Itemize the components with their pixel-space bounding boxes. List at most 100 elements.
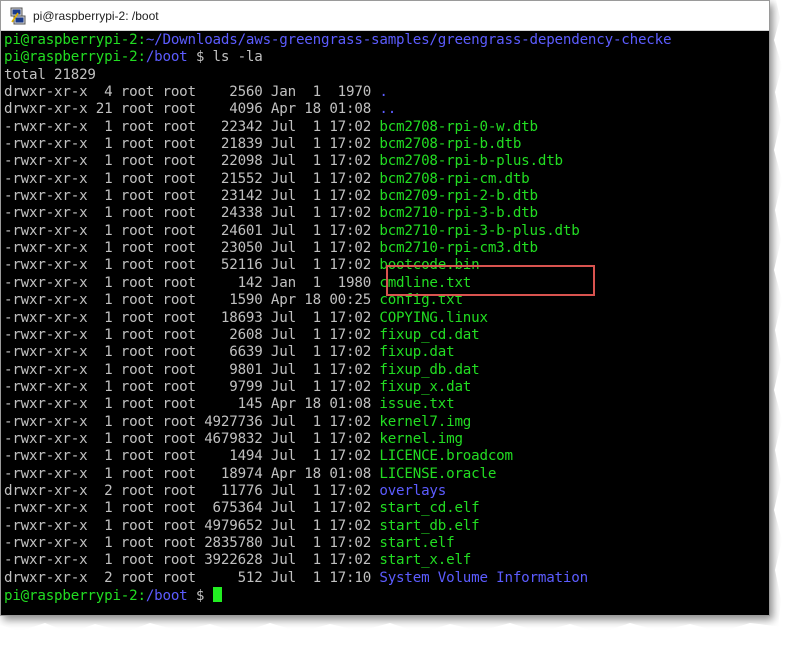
file-name: LICENSE.oracle [379,465,497,482]
file-meta: -rwxr-xr-x 1 root root 22342 Jul 1 17:02 [4,118,380,135]
file-name: start_x.elf [379,552,472,569]
window-title: pi@raspberrypi-2: /boot [33,8,159,23]
torn-edge-right [770,0,800,647]
terminal-line: -rwxr-xr-x 1 root root 4927736 Jul 1 17:… [4,414,769,431]
output-text: total 21829 [4,66,96,83]
prompt-user: pi@raspberrypi-2: [4,32,146,48]
file-meta: -rwxr-xr-x 1 root root 1494 Jul 1 17:02 [4,448,380,465]
terminal-window: pi@raspberrypi-2: /boot pi@raspberrypi-2… [0,0,770,616]
file-meta: drwxr-xr-x 2 root root 11776 Jul 1 17:02 [4,482,380,499]
terminal-line: -rwxr-xr-x 1 root root 21839 Jul 1 17:02… [4,136,769,153]
file-meta: -rwxr-xr-x 1 root root 3922628 Jul 1 17:… [4,552,380,569]
file-meta: -rwxr-xr-x 1 root root 145 Apr 18 01:08 [4,396,380,413]
file-meta: -rwxr-xr-x 1 root root 23050 Jul 1 17:02 [4,240,380,257]
file-meta: drwxr-xr-x 2 root root 512 Jul 1 17:10 [4,569,380,586]
file-name: fixup_db.dat [379,361,480,378]
file-name: LICENCE.broadcom [379,448,513,465]
file-meta: -rwxr-xr-x 1 root root 22098 Jul 1 17:02 [4,153,380,170]
terminal-line: -rwxr-xr-x 1 root root 4679832 Jul 1 17:… [4,431,769,448]
file-name: start.elf [379,534,455,551]
terminal-line: -rwxr-xr-x 1 root root 1590 Apr 18 00:25… [4,292,769,309]
directory-name: System Volume Information [379,569,588,586]
title-bar[interactable]: pi@raspberrypi-2: /boot [1,1,769,31]
file-meta: -rwxr-xr-x 1 root root 4927736 Jul 1 17:… [4,413,380,430]
cursor-block [212,587,222,602]
file-meta: -rwxr-xr-x 1 root root 18693 Jul 1 17:02 [4,309,380,326]
file-meta: -rwxr-xr-x 1 root root 9801 Jul 1 17:02 [4,361,380,378]
terminal-line: total 21829 [4,67,769,84]
file-name: bcm2710-rpi-3-b.dtb [379,205,538,222]
file-name: bcm2709-rpi-2-b.dtb [379,188,538,205]
terminal-line: drwxr-xr-x 21 root root 4096 Apr 18 01:0… [4,101,769,118]
file-meta: -rwxr-xr-x 1 root root 6639 Jul 1 17:02 [4,344,380,361]
file-name: bcm2710-rpi-3-b-plus.dtb [379,222,580,239]
prompt-user: pi@raspberrypi-2: [4,588,146,604]
file-meta: -rwxr-xr-x 1 root root 2608 Jul 1 17:02 [4,326,380,343]
file-name: bcm2708-rpi-b-plus.dtb [379,153,563,170]
file-meta: -rwxr-xr-x 1 root root 21552 Jul 1 17:02 [4,170,380,187]
file-meta: -rwxr-xr-x 1 root root 142 Jan 1 1980 [4,274,380,291]
prompt-user: pi@raspberrypi-2: [4,49,146,66]
file-name: bcm2708-rpi-cm.dtb [379,170,530,187]
terminal-line: -rwxr-xr-x 1 root root 23142 Jul 1 17:02… [4,188,769,205]
file-meta: -rwxr-xr-x 1 root root 24338 Jul 1 17:02 [4,205,380,222]
terminal-line: -rwxr-xr-x 1 root root 675364 Jul 1 17:0… [4,500,769,517]
prompt-path: /boot [145,49,188,66]
terminal-line: -rwxr-xr-x 1 root root 24601 Jul 1 17:02… [4,223,769,240]
file-name: kernel7.img [379,413,472,430]
file-name: cmdline.txt [379,274,472,291]
terminal-line: -rwxr-xr-x 1 root root 24338 Jul 1 17:02… [4,205,769,222]
file-meta: -rwxr-xr-x 1 root root 675364 Jul 1 17:0… [4,500,380,517]
file-name: fixup_cd.dat [379,326,480,343]
terminal-line: drwxr-xr-x 2 root root 11776 Jul 1 17:02… [4,483,769,500]
terminal-line: -rwxr-xr-x 1 root root 18693 Jul 1 17:02… [4,310,769,327]
prompt-path: ~/Downloads/aws-greengrass-samples/green… [145,32,672,48]
file-meta: -rwxr-xr-x 1 root root 23142 Jul 1 17:02 [4,188,380,205]
terminal-line: pi@raspberrypi-2:~/Downloads/aws-greengr… [4,32,769,49]
putty-icon [9,7,27,25]
terminal-line: drwxr-xr-x 2 root root 512 Jul 1 17:10 S… [4,570,769,587]
terminal-line: -rwxr-xr-x 1 root root 22098 Jul 1 17:02… [4,153,769,170]
file-name: fixup_x.dat [379,378,472,395]
file-name: kernel.img [379,430,463,447]
terminal-line: -rwxr-xr-x 1 root root 21552 Jul 1 17:02… [4,171,769,188]
prompt-path: /boot [145,588,188,604]
file-meta: -rwxr-xr-x 1 root root 4679832 Jul 1 17:… [4,430,380,447]
torn-edge-bottom [0,623,800,647]
file-name: bcm2708-rpi-0-w.dtb [379,118,538,135]
terminal-line: -rwxr-xr-x 1 root root 23050 Jul 1 17:02… [4,240,769,257]
terminal-line: -rwxr-xr-x 1 root root 2835780 Jul 1 17:… [4,535,769,552]
terminal-line: -rwxr-xr-x 1 root root 22342 Jul 1 17:02… [4,119,769,136]
command-text: $ ls -la [187,49,263,66]
file-meta: drwxr-xr-x 4 root root 2560 Jan 1 1970 [4,84,380,101]
terminal-line: -rwxr-xr-x 1 root root 145 Apr 18 01:08 … [4,396,769,413]
directory-name: .. [379,101,397,118]
file-name: bcm2710-rpi-cm3.dtb [379,240,538,257]
file-meta: -rwxr-xr-x 1 root root 24601 Jul 1 17:02 [4,222,380,239]
file-meta: -rwxr-xr-x 1 root root 52116 Jul 1 17:02 [4,257,380,274]
file-meta: -rwxr-xr-x 1 root root 21839 Jul 1 17:02 [4,136,380,153]
file-meta: -rwxr-xr-x 1 root root 2835780 Jul 1 17:… [4,534,380,551]
file-name: bcm2708-rpi-b.dtb [379,136,522,153]
file-meta: -rwxr-xr-x 1 root root 9799 Jul 1 17:02 [4,378,380,395]
terminal-line: -rwxr-xr-x 1 root root 4979652 Jul 1 17:… [4,518,769,535]
terminal-line: -rwxr-xr-x 1 root root 1494 Jul 1 17:02 … [4,448,769,465]
terminal-line: -rwxr-xr-x 1 root root 3922628 Jul 1 17:… [4,552,769,569]
terminal-line: -rwxr-xr-x 1 root root 18974 Apr 18 01:0… [4,466,769,483]
terminal-line: pi@raspberrypi-2:/boot $ [4,587,769,604]
directory-name: . [379,84,388,101]
file-name: config.txt [379,292,463,309]
terminal-line: -rwxr-xr-x 1 root root 9799 Jul 1 17:02 … [4,379,769,396]
file-name: bootcode.bin [379,257,480,274]
file-name: COPYING.linux [379,309,488,326]
terminal-line: -rwxr-xr-x 1 root root 6639 Jul 1 17:02 … [4,344,769,361]
terminal-output[interactable]: pi@raspberrypi-2:~/Downloads/aws-greengr… [4,32,769,615]
terminal-line: pi@raspberrypi-2:/boot $ ls -la [4,49,769,66]
terminal-line: -rwxr-xr-x 1 root root 9801 Jul 1 17:02 … [4,362,769,379]
terminal-line: drwxr-xr-x 4 root root 2560 Jan 1 1970 . [4,84,769,101]
file-meta: drwxr-xr-x 21 root root 4096 Apr 18 01:0… [4,101,380,118]
command-text: $ [187,588,213,604]
terminal-line: -rwxr-xr-x 1 root root 52116 Jul 1 17:02… [4,257,769,274]
terminal-line: -rwxr-xr-x 1 root root 142 Jan 1 1980 cm… [4,275,769,292]
file-meta: -rwxr-xr-x 1 root root 1590 Apr 18 00:25 [4,292,380,309]
